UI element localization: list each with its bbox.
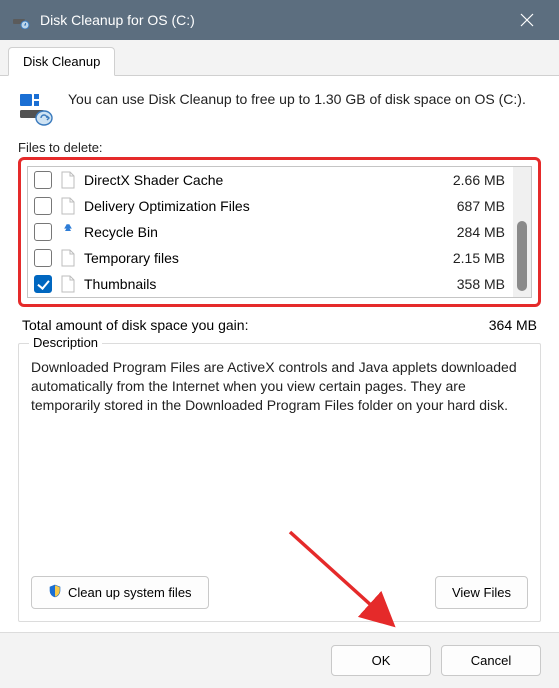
file-name: Temporary files: [84, 250, 445, 266]
cancel-label: Cancel: [471, 653, 511, 668]
recycle-bin-icon: [60, 223, 76, 241]
file-icon: [60, 197, 76, 215]
file-size: 2.15 MB: [453, 250, 505, 266]
files-highlight-box: DirectX Shader Cache2.66 MBDelivery Opti…: [18, 157, 541, 307]
file-row[interactable]: Temporary files 2.15 MB: [28, 245, 513, 271]
total-row: Total amount of disk space you gain: 364…: [18, 317, 541, 333]
file-checkbox[interactable]: [34, 249, 52, 267]
file-row[interactable]: Delivery Optimization Files 687 MB: [28, 193, 513, 219]
file-row[interactable]: DirectX Shader Cache 2.66 MB: [28, 167, 513, 193]
ok-label: OK: [372, 653, 391, 668]
file-checkbox[interactable]: [34, 223, 52, 241]
file-name: Delivery Optimization Files: [84, 198, 449, 214]
total-value: 364 MB: [489, 317, 537, 333]
cleanup-button-label: Clean up system files: [68, 585, 192, 600]
files-scrollbar[interactable]: [513, 167, 531, 297]
tabstrip: Disk Cleanup: [0, 40, 559, 76]
total-label: Total amount of disk space you gain:: [22, 317, 248, 333]
window-title: Disk Cleanup for OS (C:): [40, 12, 507, 28]
file-name: Recycle Bin: [84, 224, 449, 240]
file-icon: [60, 249, 76, 267]
scrollbar-thumb[interactable]: [517, 221, 527, 291]
intro-text: You can use Disk Cleanup to free up to 1…: [68, 90, 526, 126]
dialog-body: You can use Disk Cleanup to free up to 1…: [0, 76, 559, 632]
file-checkbox[interactable]: [34, 197, 52, 215]
files-list: DirectX Shader Cache2.66 MBDelivery Opti…: [27, 166, 532, 298]
file-icon: [60, 275, 76, 293]
files-to-delete-label: Files to delete:: [18, 140, 541, 155]
file-size: 2.66 MB: [453, 172, 505, 188]
ok-button[interactable]: OK: [331, 645, 431, 676]
cancel-button[interactable]: Cancel: [441, 645, 541, 676]
file-size: 284 MB: [457, 224, 505, 240]
file-checkbox[interactable]: [34, 275, 52, 293]
file-checkbox[interactable]: [34, 171, 52, 189]
file-size: 358 MB: [457, 276, 505, 292]
file-icon: [60, 171, 76, 189]
close-button[interactable]: [507, 0, 547, 40]
view-files-label: View Files: [452, 585, 511, 600]
disk-cleanup-icon: [12, 11, 30, 29]
dialog-footer: OK Cancel: [0, 632, 559, 688]
shield-icon: [48, 584, 62, 601]
intro-section: You can use Disk Cleanup to free up to 1…: [18, 90, 541, 126]
file-name: Thumbnails: [84, 276, 449, 292]
cleanup-system-files-button[interactable]: Clean up system files: [31, 576, 209, 609]
description-group: Description Downloaded Program Files are…: [18, 343, 541, 622]
file-size: 687 MB: [457, 198, 505, 214]
tab-disk-cleanup[interactable]: Disk Cleanup: [8, 47, 115, 76]
description-label: Description: [29, 335, 102, 350]
file-name: DirectX Shader Cache: [84, 172, 445, 188]
file-row[interactable]: Recycle Bin 284 MB: [28, 219, 513, 245]
file-row[interactable]: Thumbnails 358 MB: [28, 271, 513, 297]
disk-cleanup-large-icon: [18, 90, 54, 126]
disk-cleanup-window: Disk Cleanup for OS (C:) Disk Cleanup Yo…: [0, 0, 559, 688]
view-files-button[interactable]: View Files: [435, 576, 528, 609]
description-text: Downloaded Program Files are ActiveX con…: [31, 358, 528, 415]
titlebar: Disk Cleanup for OS (C:): [0, 0, 559, 40]
